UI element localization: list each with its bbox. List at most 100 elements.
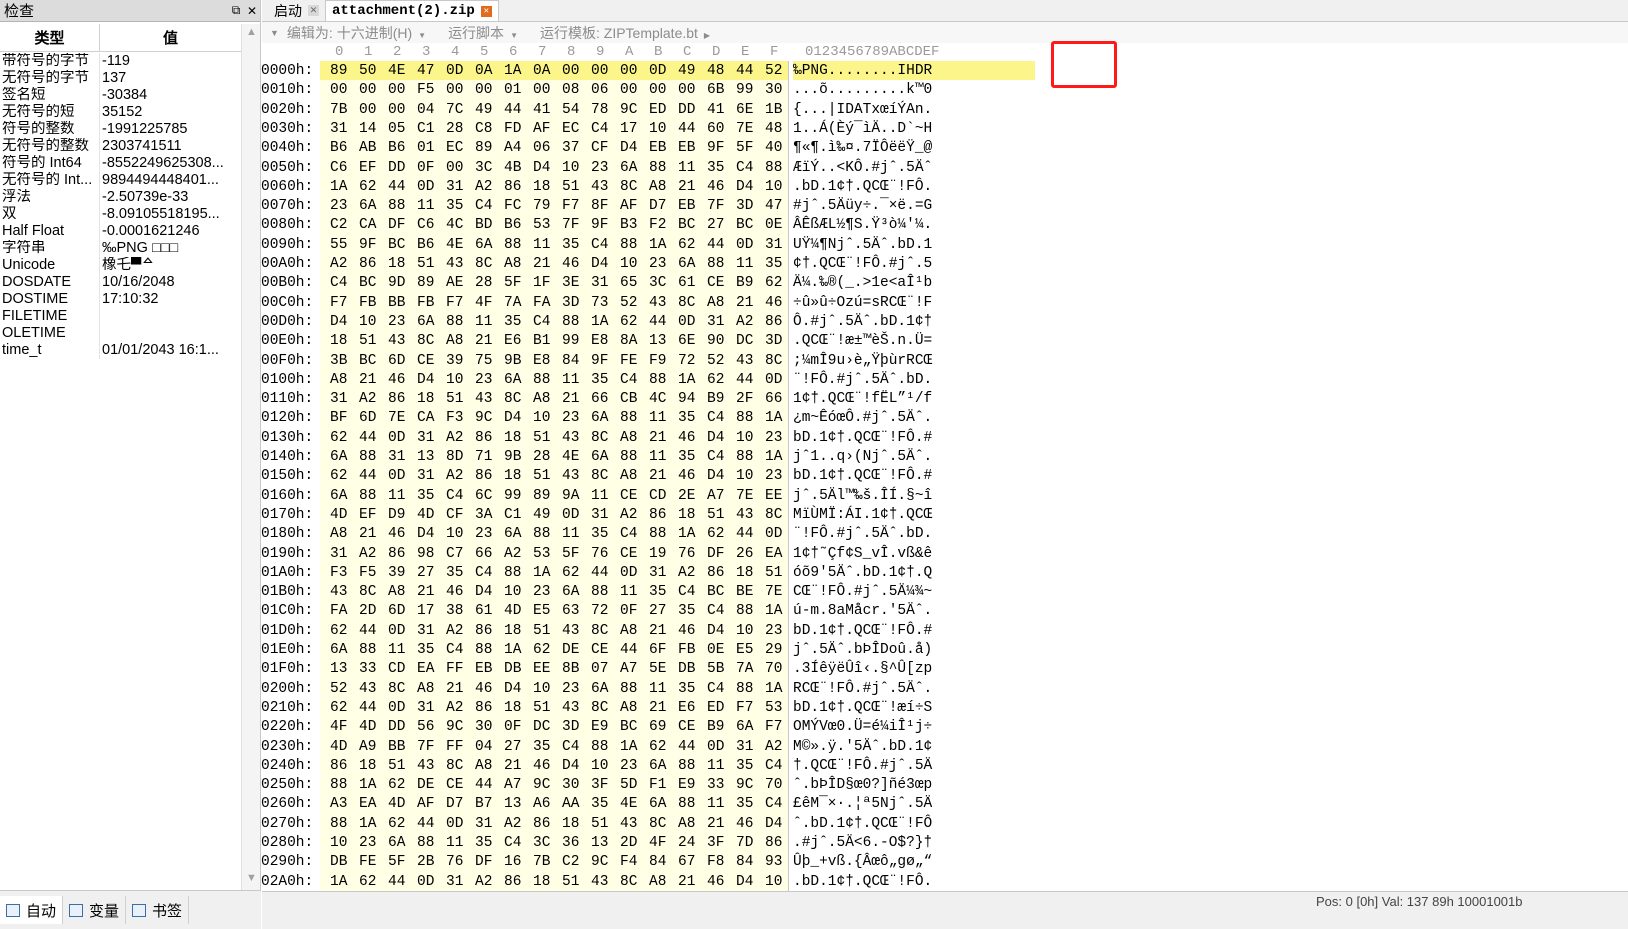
hex-byte[interactable]: 23 bbox=[620, 756, 637, 776]
hex-byte[interactable]: 6A bbox=[649, 756, 666, 776]
hex-byte[interactable]: 88 bbox=[620, 679, 637, 699]
hex-byte[interactable]: 86 bbox=[475, 428, 492, 448]
tab-variables[interactable]: 变量 bbox=[63, 896, 127, 924]
hex-byte[interactable]: A2 bbox=[446, 466, 463, 486]
hex-byte[interactable]: 62 bbox=[562, 563, 579, 583]
hex-byte[interactable]: 1A bbox=[359, 814, 376, 834]
hex-byte[interactable]: 35 bbox=[591, 370, 608, 390]
inspector-row[interactable]: 签名短 -30384 bbox=[0, 87, 241, 104]
hex-byte[interactable]: 6A bbox=[388, 833, 405, 853]
hex-byte[interactable]: 4D bbox=[504, 601, 521, 621]
hex-byte[interactable]: B9 bbox=[707, 717, 724, 737]
hex-byte[interactable]: EA bbox=[765, 544, 782, 564]
hex-byte[interactable]: 4F bbox=[330, 717, 347, 737]
hex-byte[interactable]: EF bbox=[359, 505, 376, 525]
hex-byte[interactable]: 21 bbox=[359, 370, 376, 390]
hex-byte[interactable]: 4F bbox=[649, 833, 666, 853]
hex-byte[interactable]: A8 bbox=[620, 428, 637, 448]
hex-byte[interactable]: 47 bbox=[765, 196, 782, 216]
hex-byte[interactable]: 1A bbox=[765, 447, 782, 467]
hex-byte[interactable]: 7C bbox=[446, 100, 463, 120]
hex-byte[interactable]: 61 bbox=[678, 273, 695, 293]
hex-byte[interactable]: AE bbox=[446, 273, 463, 293]
hex-byte[interactable]: DD bbox=[388, 717, 405, 737]
hex-byte[interactable]: A9 bbox=[359, 737, 376, 757]
hex-byte[interactable]: BD bbox=[475, 215, 492, 235]
hex-byte[interactable]: 76 bbox=[446, 852, 463, 872]
hex-byte[interactable]: 35 bbox=[736, 756, 753, 776]
hex-byte[interactable]: 21 bbox=[736, 293, 753, 313]
ascii-text[interactable]: ;¼mÎ9u›è„ŸþùrRCŒ bbox=[793, 350, 1035, 371]
hex-byte[interactable]: A2 bbox=[446, 698, 463, 718]
hex-byte[interactable]: 18 bbox=[736, 563, 753, 583]
hex-byte[interactable]: 17 bbox=[620, 119, 637, 139]
hex-byte[interactable]: 3C bbox=[649, 273, 666, 293]
hex-byte[interactable]: 16 bbox=[504, 852, 521, 872]
ascii-text[interactable]: jˆ.5Äˆ.bÞÎDoû.å) bbox=[793, 640, 1035, 660]
hex-byte[interactable]: 46 bbox=[736, 814, 753, 834]
hex-byte[interactable]: D4 bbox=[330, 312, 347, 332]
hex-byte[interactable]: CE bbox=[417, 351, 434, 371]
hex-byte[interactable]: 00 bbox=[678, 80, 695, 100]
inspector-row[interactable]: 无符号的字节 137 bbox=[0, 70, 241, 87]
ascii-text[interactable]: RCŒ¨!FÔ.#jˆ.5Äˆ. bbox=[793, 678, 1035, 699]
hex-byte[interactable]: 1B bbox=[765, 100, 782, 120]
hex-byte[interactable]: C4 bbox=[765, 756, 782, 776]
hex-byte[interactable]: B9 bbox=[736, 273, 753, 293]
hex-byte[interactable]: CE bbox=[591, 640, 608, 660]
hex-byte[interactable]: 88 bbox=[736, 447, 753, 467]
hex-byte[interactable]: 89 bbox=[417, 273, 434, 293]
hex-byte[interactable]: A2 bbox=[359, 544, 376, 564]
hex-byte[interactable]: FA bbox=[330, 601, 347, 621]
edit-as-dropdown[interactable]: 编辑为: 十六进制(H) ▼ bbox=[287, 23, 426, 43]
hex-byte[interactable]: 18 bbox=[388, 254, 405, 274]
inspector-value[interactable]: -119 bbox=[100, 53, 241, 70]
hex-byte[interactable]: 88 bbox=[359, 486, 376, 506]
hex-byte[interactable]: 47 bbox=[417, 61, 434, 81]
hex-byte[interactable]: 4D bbox=[359, 717, 376, 737]
hex-byte[interactable]: 35 bbox=[562, 235, 579, 255]
hex-byte[interactable]: A2 bbox=[620, 505, 637, 525]
hex-byte[interactable]: 44 bbox=[417, 814, 434, 834]
hex-byte[interactable]: 51 bbox=[533, 466, 550, 486]
hex-byte[interactable]: 30 bbox=[562, 775, 579, 795]
hex-byte[interactable]: 8C bbox=[475, 254, 492, 274]
hex-byte[interactable]: 00 bbox=[388, 100, 405, 120]
inspector-value[interactable]: 10/16/2048 bbox=[100, 274, 241, 291]
hex-byte[interactable]: 7B bbox=[533, 852, 550, 872]
hex-byte[interactable]: 18 bbox=[417, 389, 434, 409]
hex-byte[interactable]: A2 bbox=[678, 563, 695, 583]
hex-byte[interactable]: F9 bbox=[649, 351, 666, 371]
hex-byte[interactable]: 00 bbox=[533, 80, 550, 100]
hex-byte[interactable]: 27 bbox=[504, 737, 521, 757]
hex-byte[interactable]: 8C bbox=[765, 351, 782, 371]
hex-byte[interactable]: 88 bbox=[591, 737, 608, 757]
hex-byte[interactable]: 46 bbox=[707, 177, 724, 197]
hex-byte[interactable]: 9F bbox=[591, 351, 608, 371]
hex-byte[interactable]: 31 bbox=[330, 544, 347, 564]
hex-byte[interactable]: 35 bbox=[591, 524, 608, 544]
hex-byte[interactable]: 44 bbox=[475, 775, 492, 795]
hex-byte[interactable]: 6A bbox=[591, 408, 608, 428]
hex-byte[interactable]: AF bbox=[620, 196, 637, 216]
hex-byte[interactable]: 86 bbox=[765, 833, 782, 853]
hex-byte[interactable]: 5F bbox=[562, 544, 579, 564]
hex-byte[interactable]: ED bbox=[707, 698, 724, 718]
hex-byte[interactable]: 4E bbox=[388, 61, 405, 81]
hex-byte[interactable]: D4 bbox=[707, 621, 724, 641]
hex-byte[interactable]: 88 bbox=[736, 408, 753, 428]
hex-byte[interactable]: CF bbox=[591, 138, 608, 158]
hex-byte[interactable]: 86 bbox=[504, 177, 521, 197]
hex-byte[interactable]: A2 bbox=[475, 177, 492, 197]
hex-byte[interactable]: 00 bbox=[649, 80, 666, 100]
inspector-row[interactable]: Half Float -0.0001621246 bbox=[0, 223, 241, 240]
hex-byte[interactable]: 21 bbox=[678, 177, 695, 197]
inspector-value[interactable]: -8.09105518195... bbox=[100, 206, 241, 223]
hex-byte[interactable]: 0D bbox=[446, 61, 463, 81]
hex-byte[interactable]: BC bbox=[620, 717, 637, 737]
hex-byte[interactable]: 35 bbox=[765, 254, 782, 274]
hex-byte[interactable]: 62 bbox=[620, 312, 637, 332]
ascii-text[interactable]: ¶«¶.ì‰¤.7ÏÔëëŸ_@ bbox=[793, 138, 1035, 159]
hex-byte[interactable]: 46 bbox=[533, 756, 550, 776]
ascii-text[interactable]: CŒ¨!FÔ.#jˆ.5Ä¼¾~ bbox=[793, 582, 1035, 603]
